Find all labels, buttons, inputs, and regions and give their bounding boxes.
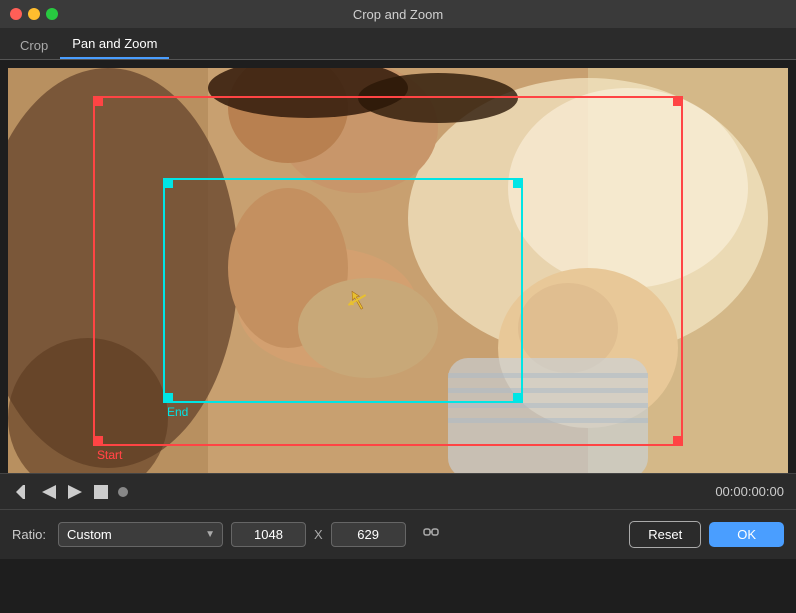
- width-input[interactable]: [231, 522, 306, 547]
- timecode-display: 00:00:00:00: [715, 484, 784, 499]
- ratio-select-wrapper: Custom 16:9 4:3 1:1 9:16 ▼: [58, 522, 223, 547]
- record-indicator: [118, 487, 128, 497]
- close-button[interactable]: [10, 8, 22, 20]
- preview-area: Start End: [0, 60, 796, 473]
- tab-crop[interactable]: Crop: [8, 32, 60, 59]
- window-title: Crop and Zoom: [353, 7, 443, 22]
- link-dimensions-icon[interactable]: [422, 523, 440, 546]
- x-separator: X: [314, 527, 323, 542]
- reset-button[interactable]: Reset: [629, 521, 701, 548]
- height-input[interactable]: [331, 522, 406, 547]
- tabs-bar: Crop Pan and Zoom: [0, 28, 796, 60]
- maximize-button[interactable]: [46, 8, 58, 20]
- ratio-label: Ratio:: [12, 527, 46, 542]
- ratio-select[interactable]: Custom 16:9 4:3 1:1 9:16: [58, 522, 223, 547]
- play-backward-button[interactable]: [38, 483, 60, 501]
- ok-button[interactable]: OK: [709, 522, 784, 547]
- traffic-lights: [10, 8, 58, 20]
- controls-bar: 00:00:00:00: [0, 473, 796, 509]
- bottom-bar: Ratio: Custom 16:9 4:3 1:1 9:16 ▼ X Rese…: [0, 509, 796, 559]
- video-container[interactable]: Start End: [8, 68, 788, 473]
- tab-pan-zoom[interactable]: Pan and Zoom: [60, 30, 169, 59]
- prev-frame-button[interactable]: [12, 483, 34, 501]
- play-button[interactable]: [64, 483, 86, 501]
- titlebar: Crop and Zoom: [0, 0, 796, 28]
- minimize-button[interactable]: [28, 8, 40, 20]
- photo-content: [8, 68, 788, 473]
- stop-button[interactable]: [90, 483, 112, 501]
